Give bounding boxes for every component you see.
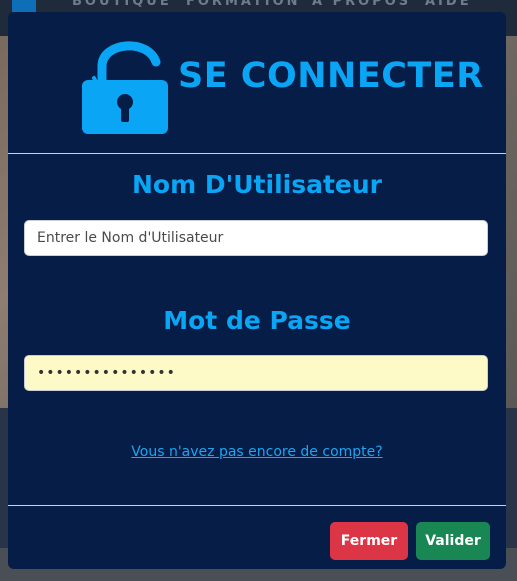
signup-link[interactable]: Vous n'avez pas encore de compte?: [8, 444, 506, 460]
nav-link-formation[interactable]: FORMATION: [186, 0, 301, 9]
submit-button[interactable]: Valider: [416, 522, 490, 560]
nav-link-aide[interactable]: AIDE: [425, 0, 472, 9]
modal-header: SE CONNECTER: [8, 12, 506, 154]
username-input[interactable]: [24, 220, 488, 256]
password-label: Mot de Passe: [163, 306, 351, 335]
login-modal: SE CONNECTER Nom D'Utilisateur Mot de Pa…: [8, 12, 506, 569]
username-label: Nom D'Utilisateur: [132, 170, 382, 199]
nav-link-a-propos[interactable]: À PROPOS: [312, 0, 411, 9]
password-input[interactable]: [24, 355, 488, 391]
unlocked-padlock-icon: [80, 32, 172, 140]
nav-link-boutique[interactable]: BOUTIQUE: [72, 0, 172, 9]
close-button[interactable]: Fermer: [330, 522, 408, 560]
modal-title: SE CONNECTER: [178, 56, 484, 96]
modal-footer: Fermer Valider: [8, 505, 506, 570]
